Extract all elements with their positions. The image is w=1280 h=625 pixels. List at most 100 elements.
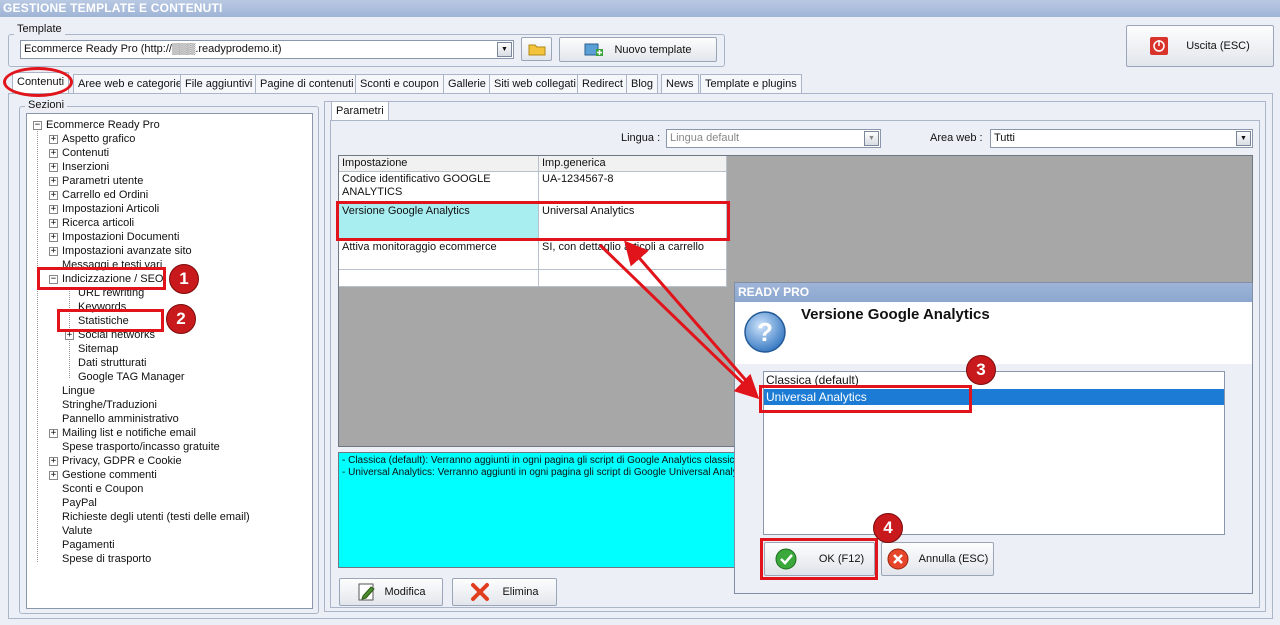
tree-item[interactable]: Aspetto grafico bbox=[62, 132, 135, 146]
step-badge-1: 1 bbox=[169, 264, 199, 294]
exit-button[interactable]: Uscita (ESC) bbox=[1126, 25, 1274, 67]
tab-siti-web[interactable]: Siti web collegati bbox=[489, 74, 581, 93]
collapse-icon[interactable]: − bbox=[33, 121, 42, 130]
expand-icon[interactable]: + bbox=[49, 205, 58, 214]
tree-subitem[interactable]: Sitemap bbox=[78, 342, 118, 356]
grid-cell-value[interactable]: SI, con dettaglio articoli a carrello bbox=[539, 240, 727, 270]
sections-label: Sezioni bbox=[25, 99, 68, 111]
exit-label: Uscita (ESC) bbox=[1186, 40, 1250, 52]
power-icon bbox=[1150, 37, 1169, 55]
tree-item[interactable]: Impostazioni Documenti bbox=[62, 230, 179, 244]
window-title: GESTIONE TEMPLATE E CONTENUTI bbox=[0, 0, 1280, 17]
new-template-icon bbox=[584, 43, 604, 56]
expand-icon[interactable]: + bbox=[49, 471, 58, 480]
tab-redirect[interactable]: Redirect bbox=[577, 74, 628, 93]
new-template-label: Nuovo template bbox=[614, 43, 692, 56]
tab-aree-web[interactable]: Aree web e categorie bbox=[73, 74, 187, 93]
chevron-down-icon[interactable]: ▼ bbox=[1236, 131, 1251, 146]
tree-item[interactable]: Inserzioni bbox=[62, 160, 109, 174]
cancel-button[interactable]: Annulla (ESC) bbox=[881, 542, 994, 576]
tab-parametri[interactable]: Parametri bbox=[331, 101, 389, 121]
tree-item[interactable]: Carrello ed Ordini bbox=[62, 188, 148, 202]
tree-item[interactable]: Richieste degli utenti (testi delle emai… bbox=[62, 510, 250, 524]
delete-icon bbox=[471, 583, 490, 601]
grid-cell-value[interactable]: UA-1234567-8 bbox=[539, 172, 727, 204]
edit-icon bbox=[358, 583, 375, 601]
tree-item[interactable]: Ricerca articoli bbox=[62, 216, 134, 230]
tab-file-aggiuntivi[interactable]: File aggiuntivi bbox=[180, 74, 258, 93]
tree-item[interactable]: Stringhe/Traduzioni bbox=[62, 398, 157, 412]
step-badge-4: 4 bbox=[873, 513, 903, 543]
step-badge-3: 3 bbox=[966, 355, 996, 385]
tree-item[interactable]: Lingue bbox=[62, 384, 95, 398]
highlight-ok bbox=[760, 538, 878, 580]
sections-tree[interactable]: − Ecommerce Ready Pro + Aspetto grafico … bbox=[26, 113, 313, 609]
lingua-select[interactable]: Lingua default ▼ bbox=[666, 129, 881, 148]
template-select-value: Ecommerce Ready Pro (http://▒▒▒.readypro… bbox=[24, 43, 282, 55]
highlight-statistiche bbox=[57, 309, 164, 332]
grid-header[interactable]: Impostazione bbox=[339, 156, 539, 172]
open-folder-button[interactable] bbox=[521, 37, 552, 61]
dialog-heading: Versione Google Analytics bbox=[801, 306, 990, 323]
grid-cell-setting[interactable]: Attiva monitoraggio ecommerce bbox=[339, 240, 539, 270]
grid-cell-setting[interactable]: Codice identificativo GOOGLE ANALYTICS bbox=[339, 172, 539, 204]
tree-item[interactable]: Pagamenti bbox=[62, 538, 115, 552]
expand-icon[interactable]: + bbox=[49, 163, 58, 172]
highlight-tab-contenuti bbox=[3, 67, 73, 97]
grid-empty-cell bbox=[339, 270, 539, 287]
tree-item[interactable]: Privacy, GDPR e Cookie bbox=[62, 454, 182, 468]
area-select[interactable]: Tutti ▼ bbox=[990, 129, 1253, 148]
tree-item[interactable]: Valute bbox=[62, 524, 92, 538]
tab-gallerie[interactable]: Gallerie bbox=[443, 74, 491, 93]
tree-item[interactable]: Pannello amministrativo bbox=[62, 412, 179, 426]
expand-icon[interactable]: + bbox=[49, 135, 58, 144]
tab-news[interactable]: News bbox=[661, 74, 699, 93]
expand-icon[interactable]: + bbox=[49, 177, 58, 186]
question-icon: ? bbox=[743, 310, 788, 358]
grid-header[interactable]: Imp.generica bbox=[539, 156, 727, 172]
tree-item[interactable]: Contenuti bbox=[62, 146, 109, 160]
tree-item[interactable]: Parametri utente bbox=[62, 174, 143, 188]
expand-icon[interactable]: + bbox=[49, 219, 58, 228]
lingua-label: Lingua : bbox=[621, 132, 661, 144]
tree-item[interactable]: Gestione commenti bbox=[62, 468, 157, 482]
modify-button[interactable]: Modifica bbox=[339, 578, 443, 606]
expand-icon[interactable]: + bbox=[49, 247, 58, 256]
template-select[interactable]: Ecommerce Ready Pro (http://▒▒▒.readypro… bbox=[20, 40, 514, 59]
tree-item[interactable]: Impostazioni avanzate sito bbox=[62, 244, 192, 258]
folder-icon bbox=[528, 44, 545, 56]
expand-icon[interactable]: + bbox=[49, 149, 58, 158]
tree-item[interactable]: PayPal bbox=[62, 496, 97, 510]
tree-item[interactable]: Sconti e Coupon bbox=[62, 482, 143, 496]
expand-icon[interactable]: + bbox=[49, 429, 58, 438]
tree-subitem[interactable]: Dati strutturati bbox=[78, 356, 146, 370]
expand-icon[interactable]: + bbox=[65, 331, 74, 340]
tree-item[interactable]: Impostazioni Articoli bbox=[62, 202, 159, 216]
tree-guide bbox=[37, 128, 38, 562]
step-badge-2: 2 bbox=[166, 304, 196, 334]
tree-item[interactable]: Mailing list e notifiche email bbox=[62, 426, 196, 440]
tree-subitem[interactable]: Google TAG Manager bbox=[78, 370, 185, 384]
highlight-option-universal bbox=[759, 385, 972, 413]
svg-text:?: ? bbox=[757, 317, 773, 347]
modify-label: Modifica bbox=[384, 586, 426, 598]
cancel-label: Annulla (ESC) bbox=[918, 553, 989, 565]
tab-template-plugins[interactable]: Template e plugins bbox=[700, 74, 802, 93]
highlight-row-versione bbox=[336, 201, 730, 241]
chevron-down-icon[interactable]: ▼ bbox=[497, 42, 512, 57]
delete-button[interactable]: Elimina bbox=[452, 578, 557, 606]
tab-blog[interactable]: Blog bbox=[626, 74, 659, 93]
new-template-button[interactable]: Nuovo template bbox=[559, 37, 717, 62]
tab-sconti-coupon[interactable]: Sconti e coupon bbox=[355, 74, 444, 93]
tree-item[interactable]: Spese trasporto/incasso gratuite bbox=[62, 440, 220, 454]
cancel-icon bbox=[887, 548, 909, 570]
tree-root[interactable]: Ecommerce Ready Pro bbox=[46, 118, 160, 132]
tree-item[interactable]: Spese di trasporto bbox=[62, 552, 151, 566]
expand-icon[interactable]: + bbox=[49, 233, 58, 242]
tab-pagine-contenuti[interactable]: Pagine di contenuti bbox=[255, 74, 359, 93]
lingua-value: Lingua default bbox=[670, 132, 740, 144]
expand-icon[interactable]: + bbox=[49, 457, 58, 466]
expand-icon[interactable]: + bbox=[49, 191, 58, 200]
area-value: Tutti bbox=[994, 132, 1015, 144]
chevron-down-icon[interactable]: ▼ bbox=[864, 131, 879, 146]
